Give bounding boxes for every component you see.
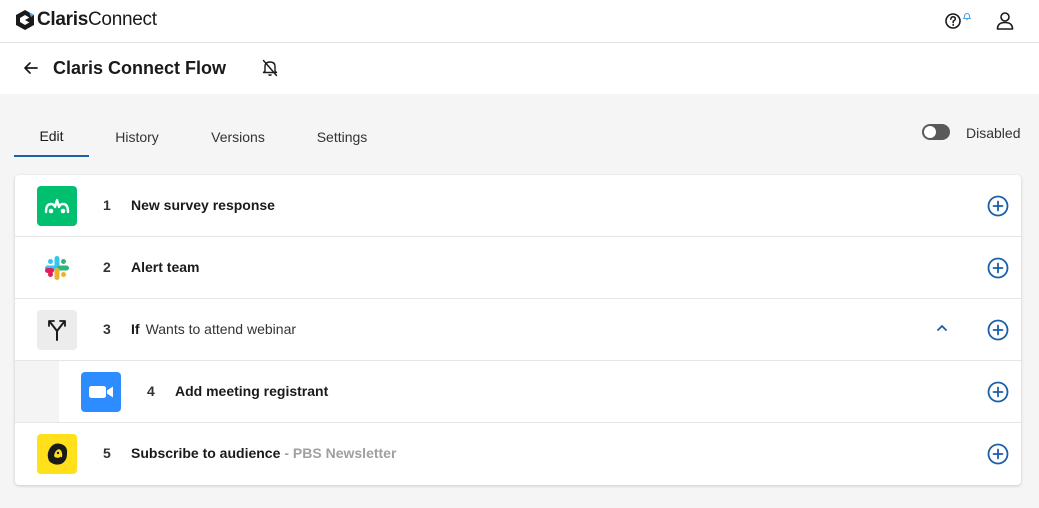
user-icon[interactable]	[994, 10, 1016, 32]
brand-name: ClarisConnect	[37, 9, 157, 30]
flow-status-label: Disabled	[966, 125, 1021, 141]
step-number: 5	[103, 445, 111, 461]
chevron-up-icon[interactable]	[935, 321, 949, 335]
flow-steps-card: 1 New survey response 2 Alert team 3 If …	[15, 175, 1021, 485]
slack-icon	[37, 248, 77, 288]
zoom-icon	[81, 372, 121, 412]
add-step-icon[interactable]	[987, 257, 1009, 279]
page-title: Claris Connect Flow	[53, 58, 227, 78]
step-title: If Wants to attend webinar	[131, 321, 296, 337]
add-step-icon[interactable]	[987, 319, 1009, 341]
step-subtitle: - PBS Newsletter	[284, 445, 397, 461]
tab-history[interactable]: History	[89, 116, 185, 157]
condition-text: Wants to attend webinar	[145, 321, 297, 337]
bell-off-icon[interactable]	[262, 59, 278, 77]
flow-title-bar: Claris Connect Flow	[0, 43, 1039, 94]
flow-step-row[interactable]: 2 Alert team	[15, 237, 1021, 299]
add-step-icon[interactable]	[987, 443, 1009, 465]
surveymonkey-icon	[37, 186, 77, 226]
tab-edit[interactable]: Edit	[14, 116, 89, 157]
step-number: 1	[103, 197, 111, 213]
branch-indent	[15, 361, 59, 422]
arrow-left-icon[interactable]	[22, 59, 40, 77]
add-step-icon[interactable]	[987, 381, 1009, 403]
help-icon[interactable]	[944, 11, 974, 33]
tab-versions[interactable]: Versions	[185, 116, 291, 157]
flow-step-row[interactable]: 3 If Wants to attend webinar	[15, 299, 1021, 361]
tab-bar: Edit History Versions Settings	[14, 116, 393, 158]
condition-keyword: If	[131, 321, 140, 337]
step-title: Alert team	[131, 259, 200, 275]
flow-step-row[interactable]: 4 Add meeting registrant	[15, 361, 1021, 423]
step-title-text: Subscribe to audience	[131, 445, 281, 461]
mailchimp-icon	[37, 434, 77, 474]
branch-icon	[37, 310, 77, 350]
step-title: New survey response	[131, 197, 275, 213]
step-number: 2	[103, 259, 111, 275]
add-step-icon[interactable]	[987, 195, 1009, 217]
claris-logo-icon	[16, 10, 34, 30]
flow-enabled-toggle[interactable]	[922, 124, 950, 140]
step-title: Add meeting registrant	[175, 383, 329, 399]
step-number: 3	[103, 321, 111, 337]
step-title: Subscribe to audience - PBS Newsletter	[131, 445, 396, 461]
step-number: 4	[147, 383, 155, 399]
tab-settings[interactable]: Settings	[291, 116, 393, 157]
flow-step-row[interactable]: 1 New survey response	[15, 175, 1021, 237]
top-bar: ClarisConnect	[0, 0, 1039, 43]
flow-step-row[interactable]: 5 Subscribe to audience - PBS Newsletter	[15, 423, 1021, 485]
claris-connect-logo[interactable]: ClarisConnect	[15, 9, 157, 31]
